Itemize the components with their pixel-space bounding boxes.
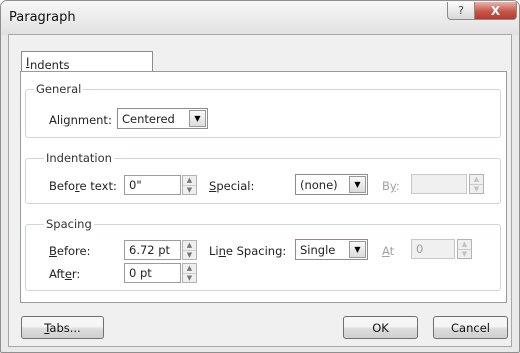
spin-up-icon[interactable]: ▲ <box>183 241 196 250</box>
at-label: At <box>382 244 395 258</box>
dialog-title: Paragraph <box>9 10 76 25</box>
spin-up-icon[interactable]: ▲ <box>183 176 196 185</box>
indentation-group-label: Indentation <box>44 151 114 165</box>
after-spacing-spinner[interactable]: ▲ ▼ <box>182 263 197 283</box>
at-input[interactable]: 0 <box>411 239 455 259</box>
chevron-down-icon[interactable]: ▼ <box>189 110 206 127</box>
cancel-button[interactable]: Cancel <box>433 316 508 339</box>
chevron-down-icon[interactable]: ▼ <box>349 176 366 193</box>
by-spinner[interactable]: ▲ ▼ <box>469 174 484 194</box>
line-spacing-label: Line Spacing: <box>209 244 287 258</box>
title-bar[interactable]: Paragraph ? X <box>1 1 519 35</box>
by-input[interactable] <box>411 174 467 194</box>
close-button[interactable]: X <box>474 2 517 20</box>
paragraph-dialog: Paragraph ? X Indents and Spacing Genera… <box>0 0 520 353</box>
spin-up-icon[interactable]: ▲ <box>183 264 196 273</box>
close-icon: X <box>490 3 501 18</box>
special-label: Special: <box>209 179 255 193</box>
before-text-input[interactable]: 0" <box>124 175 181 195</box>
help-icon: ? <box>458 4 464 17</box>
before-label: Before: <box>49 244 91 258</box>
ok-button[interactable]: OK <box>343 316 418 339</box>
before-text-spinner[interactable]: ▲ ▼ <box>182 175 197 195</box>
spin-up-icon[interactable]: ▲ <box>470 175 483 184</box>
alignment-value: Centered <box>122 112 175 126</box>
before-text-label: Before text: <box>49 179 117 193</box>
chevron-down-icon[interactable]: ▼ <box>349 241 366 258</box>
spin-down-icon[interactable]: ▼ <box>183 250 196 260</box>
tab-indents-and-spacing[interactable]: Indents and Spacing <box>21 51 153 100</box>
line-spacing-value: Single <box>300 243 336 257</box>
alignment-label: Alignment: <box>49 113 112 127</box>
spin-down-icon[interactable]: ▼ <box>183 185 196 195</box>
general-group-label: General <box>34 82 84 96</box>
before-spacing-spinner[interactable]: ▲ ▼ <box>182 240 197 260</box>
help-button[interactable]: ? <box>447 2 475 20</box>
spin-down-icon[interactable]: ▼ <box>183 273 196 283</box>
tabs-button-label: Tabs... <box>44 320 81 335</box>
special-value: (none) <box>300 178 338 192</box>
spin-down-icon[interactable]: ▼ <box>470 184 483 194</box>
after-spacing-input[interactable]: 0 pt <box>124 263 181 283</box>
by-label: By: <box>382 179 400 193</box>
after-label: After: <box>49 267 81 281</box>
alignment-dropdown[interactable]: Centered ▼ <box>117 108 208 129</box>
spacing-group-label: Spacing <box>44 217 94 231</box>
tab-label: Indents and Spacing <box>26 55 76 100</box>
tabs-button[interactable]: Tabs... <box>21 316 104 339</box>
line-spacing-dropdown[interactable]: Single ▼ <box>295 239 368 260</box>
before-spacing-input[interactable]: 6.72 pt <box>124 240 181 260</box>
at-spinner[interactable]: ▲ ▼ <box>457 239 472 259</box>
spin-up-icon[interactable]: ▲ <box>458 240 471 249</box>
spin-down-icon[interactable]: ▼ <box>458 249 471 259</box>
special-dropdown[interactable]: (none) ▼ <box>295 174 368 195</box>
